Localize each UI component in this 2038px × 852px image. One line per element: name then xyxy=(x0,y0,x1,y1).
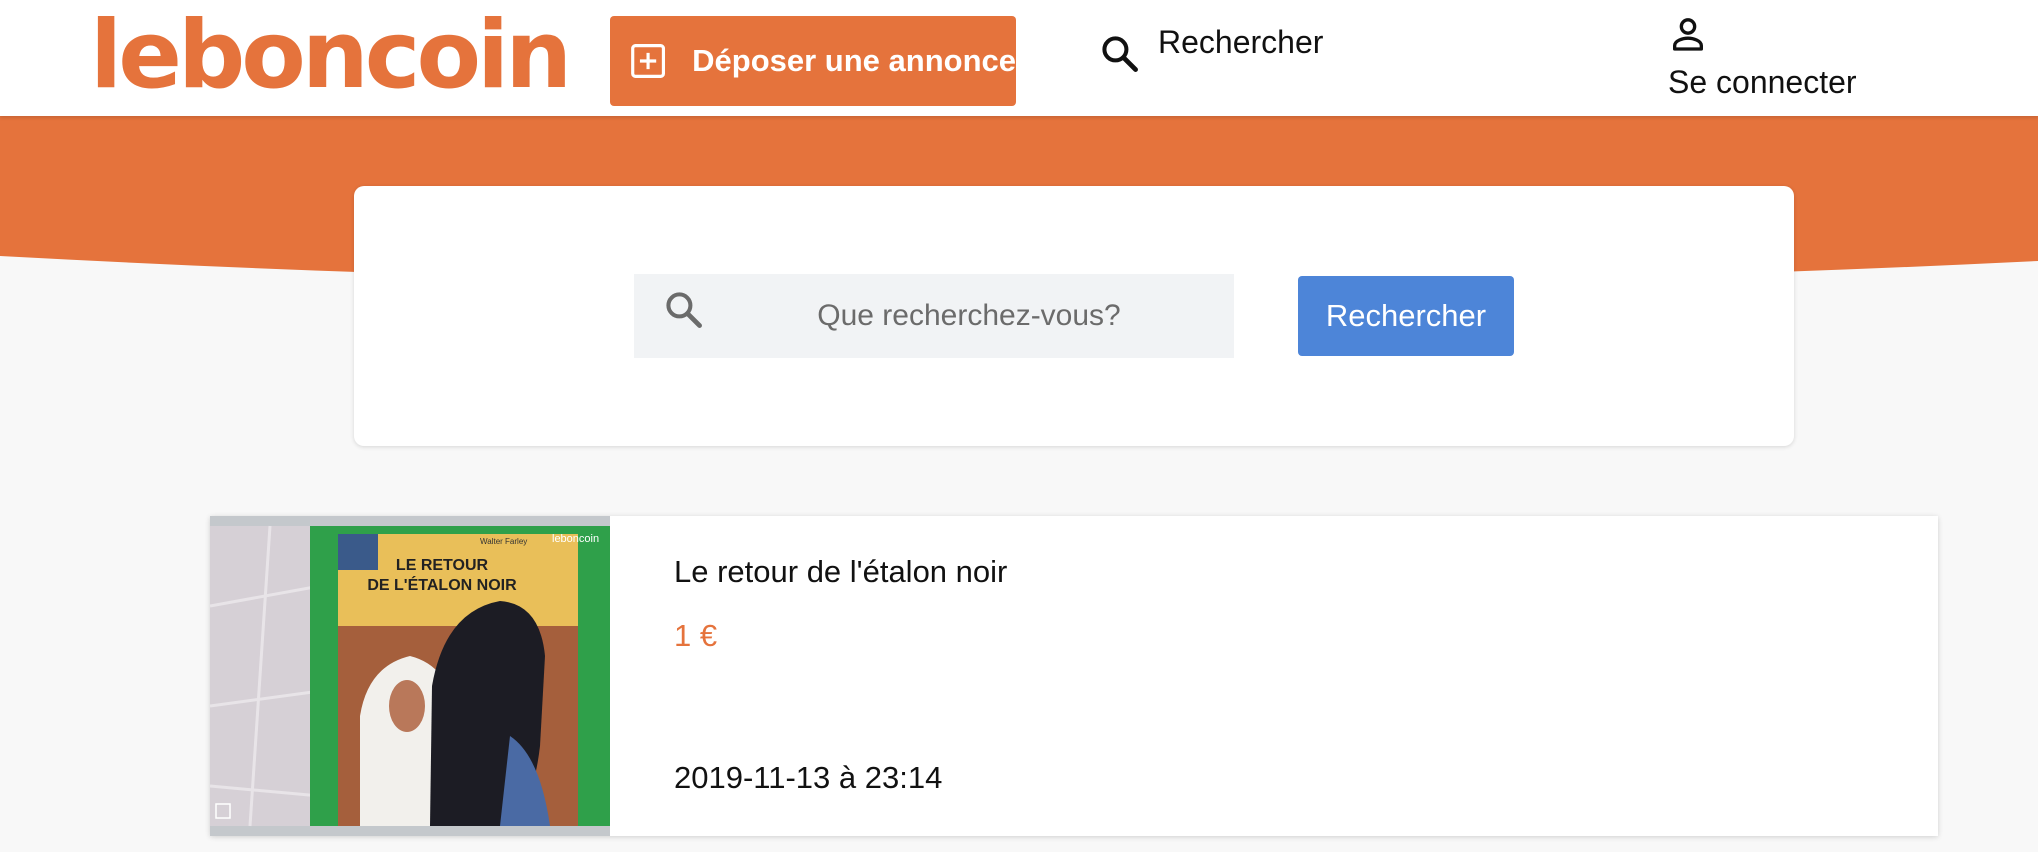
post-ad-label: Déposer une annonce xyxy=(692,43,1016,78)
leboncoin-logo[interactable]: leboncoin xyxy=(90,1,572,110)
listing-date: 2019-11-13 à 23:14 xyxy=(674,760,943,795)
listing-title[interactable]: Le retour de l'étalon noir xyxy=(674,554,1007,590)
login-link[interactable]: Se connecter xyxy=(1668,14,1857,101)
search-icon xyxy=(666,292,702,328)
post-ad-button[interactable]: Déposer une annonce xyxy=(610,16,1016,106)
nav-search-link[interactable]: Rechercher xyxy=(1098,24,1323,76)
book-title-line1: LE RETOUR xyxy=(396,557,489,574)
search-panel: Rechercher xyxy=(354,186,1794,446)
listing-card[interactable]: Walter Farley LE RETOUR DE L'ÉTALON NOIR… xyxy=(210,516,1938,836)
nav-search-label: Rechercher xyxy=(1158,24,1324,60)
book-author: Walter Farley xyxy=(480,537,527,546)
book-title-line2: DE L'ÉTALON NOIR xyxy=(367,575,517,594)
site-header: leboncoin Déposer une annonce Rechercher… xyxy=(0,0,2038,116)
plus-square-icon xyxy=(631,44,666,78)
search-input[interactable] xyxy=(724,274,1214,358)
book-cover-photo: Walter Farley LE RETOUR DE L'ÉTALON NOIR… xyxy=(210,516,610,836)
user-icon xyxy=(1673,18,1703,51)
search-submit-button[interactable]: Rechercher xyxy=(1298,276,1514,356)
thumbnail-watermark: leboncoin xyxy=(552,533,599,545)
search-icon xyxy=(1102,36,1138,72)
listing-price: 1 € xyxy=(674,618,718,653)
search-field[interactable] xyxy=(634,274,1234,358)
login-label: Se connecter xyxy=(1668,64,1857,100)
listing-thumbnail[interactable]: Walter Farley LE RETOUR DE L'ÉTALON NOIR… xyxy=(210,516,610,836)
